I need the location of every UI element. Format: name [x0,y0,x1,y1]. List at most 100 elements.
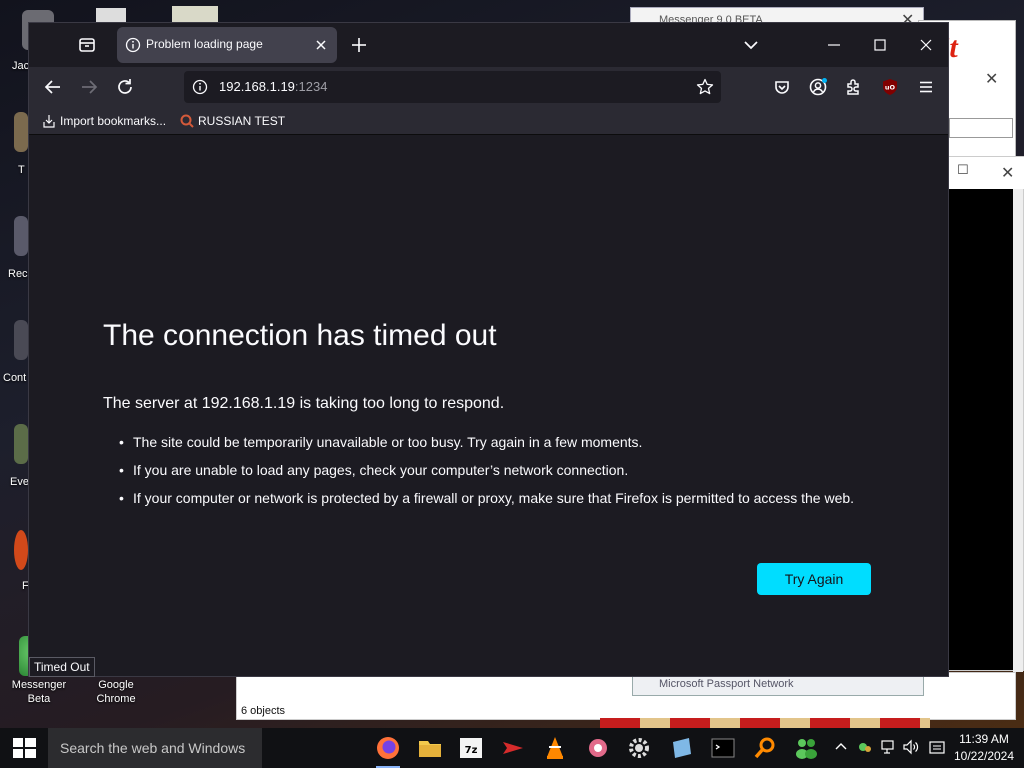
try-again-button[interactable]: Try Again [757,563,871,595]
gear-app-icon [589,739,607,757]
taskbar-red-app[interactable] [497,732,529,764]
red-app-icon [503,742,523,754]
desktop-icon-2-label: T [18,164,25,176]
desktop-icon-3-label: Rec [8,268,28,280]
taskbar-file-explorer[interactable] [414,732,446,764]
tab-strip: Problem loading page [29,23,948,67]
taskbar-search-placeholder: Search the web and Windows [60,740,246,756]
list-item: If you are unable to load any pages, che… [119,460,879,480]
firefox-view-button[interactable] [75,33,99,57]
navigation-toolbar: 192.168.1.19:1234 uO [29,67,948,107]
background-window-titlebar: ☐ ✕ [949,157,1024,189]
taskbar-search-box[interactable]: Search the web and Windows [48,728,262,768]
notepad-icon [673,738,691,758]
bookmark-import[interactable]: Import bookmarks... [41,112,169,130]
background-window-terminal[interactable]: ☐ ✕ [948,156,1024,672]
svg-text:7z: 7z [465,745,478,756]
maximize-icon[interactable]: ☐ [957,163,969,178]
url-text[interactable]: 192.168.1.19:1234 [219,79,327,94]
scrollbar[interactable] [1013,189,1023,672]
taskbar-messenger[interactable] [790,732,822,764]
clock-time: 11:39 AM [959,732,1009,746]
firefox-view-icon [79,38,95,52]
reload-icon[interactable] [113,75,137,99]
chevron-down-icon[interactable] [739,33,763,57]
new-tab-icon[interactable] [347,33,371,57]
menu-icon[interactable] [914,75,938,99]
error-page: The connection has timed out The server … [29,136,948,676]
taskbar-vlc[interactable] [539,732,571,764]
taskbar-search-app[interactable] [749,732,781,764]
minimize-icon[interactable] [814,31,854,59]
network-icon[interactable] [880,738,898,756]
window-close-icon[interactable] [906,31,946,59]
desktop-icon-3[interactable] [14,216,28,256]
desktop-icon-2[interactable] [14,112,28,152]
7zip-icon: 7z [460,738,482,758]
wallpaper-stripe [600,718,930,728]
magnifier-icon [180,114,194,128]
desktop-icon-5-label: Eve [10,476,29,488]
close-tab-icon[interactable] [311,35,331,55]
settings-icon [629,738,649,758]
taskbar-gear-app[interactable] [582,732,614,764]
pocket-icon[interactable] [770,75,794,99]
bookmarks-toolbar: Import bookmarks... RUSSIAN TEST [29,107,948,135]
tray-app-icon[interactable] [856,738,874,756]
ublock-icon[interactable]: uO [878,75,902,99]
taskbar-notepad[interactable] [665,732,697,764]
tab-title: Problem loading page [146,37,263,51]
taskbar-firefox[interactable] [372,732,404,768]
firefox-window: Problem loading page 192.168.1.19:1234 u… [28,22,949,677]
bookmark-russian-test[interactable]: RUSSIAN TEST [179,112,289,130]
url-host: 192.168.1.19 [219,79,295,94]
bookmark-import-label: Import bookmarks... [60,114,167,128]
status-tooltip: Timed Out [29,657,95,677]
taskbar-terminal[interactable] [707,732,739,764]
desktop-top-icon-1[interactable] [96,8,126,22]
passport-network-item[interactable]: Microsoft Passport Network [632,674,924,696]
svg-text:uO: uO [885,84,896,92]
notifications-icon[interactable] [928,739,946,757]
extensions-icon[interactable] [842,75,866,99]
desktop-icon-4[interactable] [14,320,28,360]
page-title: The connection has timed out [103,319,497,352]
taskbar-clock[interactable]: 11:39 AM 10/22/2024 [952,731,1016,765]
site-info-icon[interactable] [192,79,208,95]
vlc-icon [547,737,563,759]
list-item: The site could be temporarily unavailabl… [119,432,879,452]
bookmark-star-icon[interactable] [695,77,715,97]
search-app-icon [754,737,775,759]
firefox-icon [377,737,399,759]
close-icon[interactable]: ✕ [985,69,998,88]
messenger-icon [796,739,817,759]
desktop-icon-chrome-label: Google Chrome [96,679,136,705]
terminal-icon [711,738,735,758]
passport-network-label: Microsoft Passport Network [659,678,794,690]
forward-icon[interactable] [77,75,101,99]
bookmark-russian-label: RUSSIAN TEST [198,114,286,128]
tab-problem-loading[interactable]: Problem loading page [117,27,337,63]
taskbar-settings[interactable] [623,732,655,764]
taskbar-7zip[interactable]: 7z [455,732,487,764]
maximize-icon[interactable] [860,31,900,59]
import-icon [43,115,55,128]
desktop-icon-6[interactable] [14,530,28,570]
error-suggestions: The site could be temporarily unavailabl… [119,432,879,516]
desktop-top-icon-2[interactable] [172,6,218,22]
url-bar[interactable]: 192.168.1.19:1234 [184,71,721,103]
desktop-icon-4-label: Cont [3,372,27,384]
account-icon[interactable] [806,75,830,99]
list-item: If your computer or network is protected… [119,488,879,508]
background-input-field[interactable] [949,118,1013,138]
desktop-icon-5[interactable] [14,424,28,464]
windows-start-icon[interactable] [0,728,48,768]
close-icon[interactable]: ✕ [1001,163,1014,182]
volume-icon[interactable] [902,738,920,756]
back-icon[interactable] [41,75,65,99]
clock-date: 10/22/2024 [953,749,1015,763]
desktop-icon-messenger-label: Messenger Beta [11,679,67,705]
chevron-up-icon[interactable] [832,738,850,756]
error-description: The server at 192.168.1.19 is taking too… [103,395,505,412]
folder-icon [419,741,441,757]
